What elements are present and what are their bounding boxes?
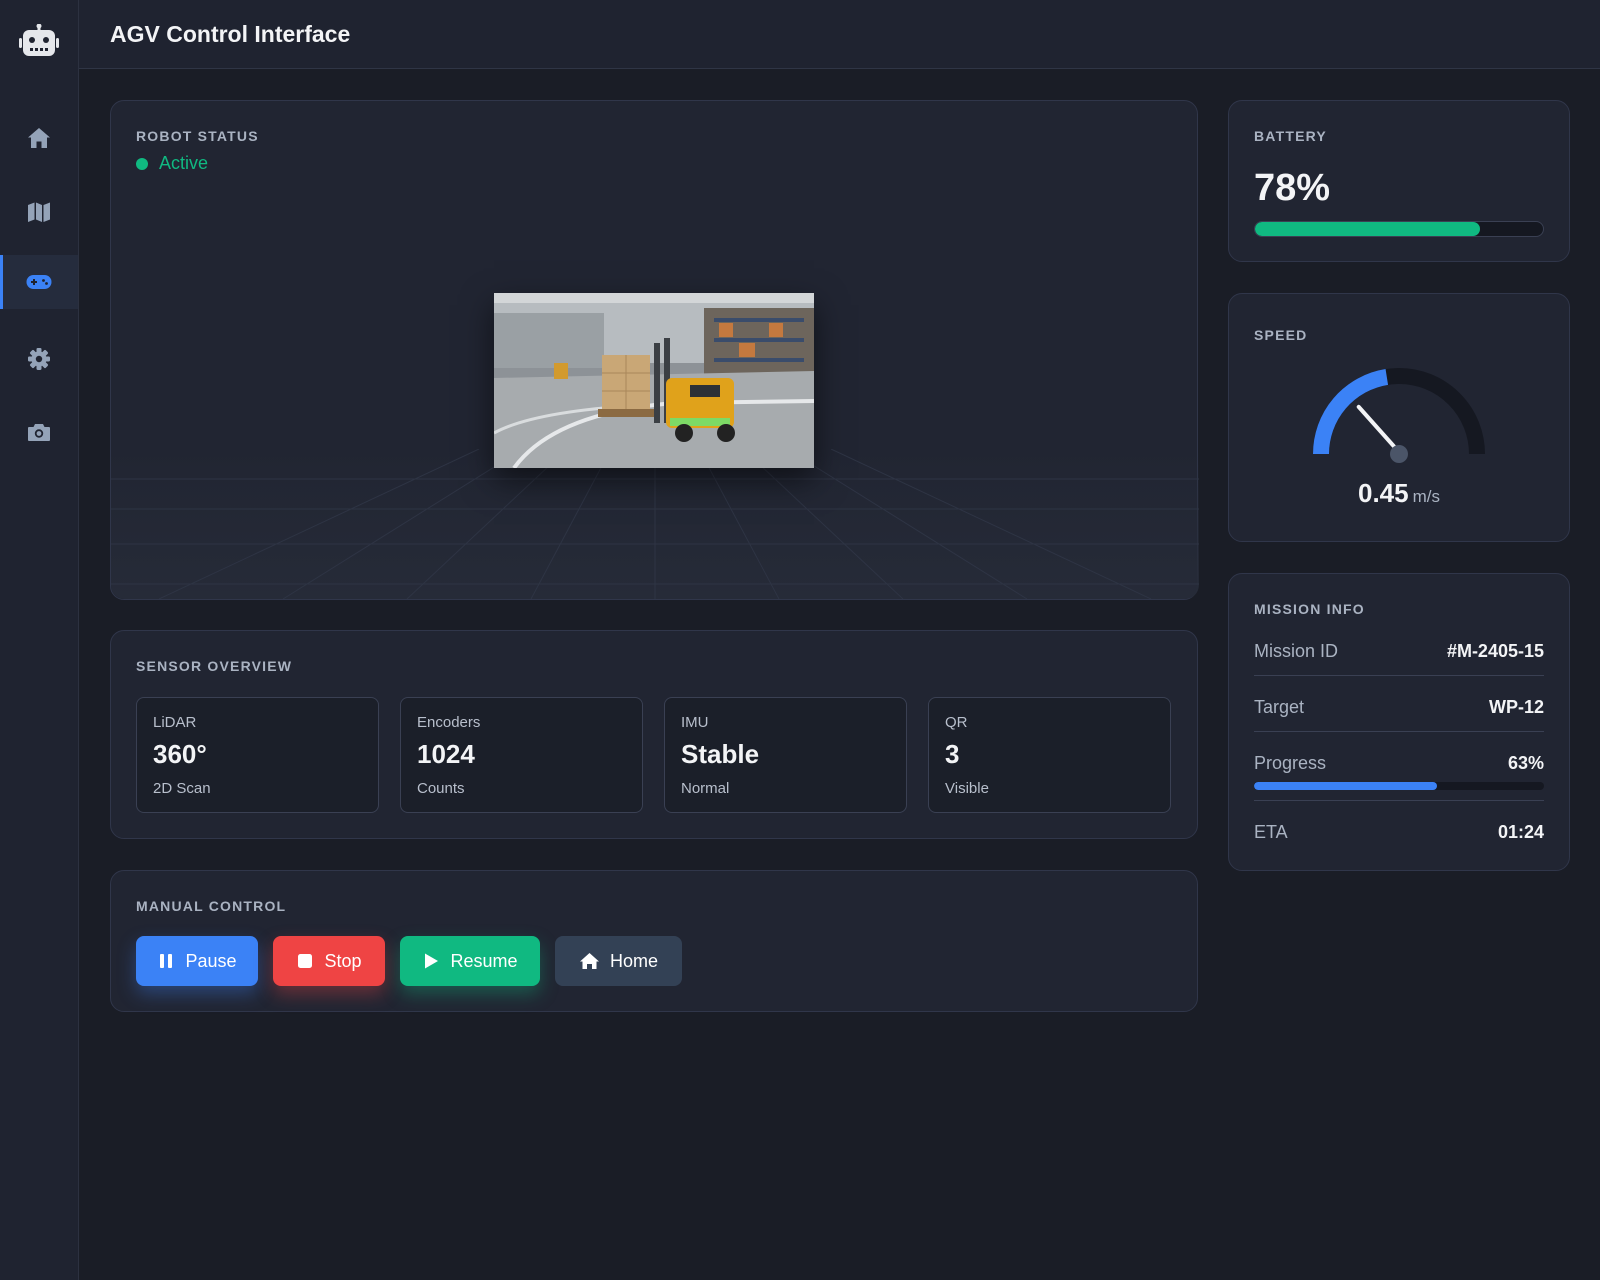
target-value: WP-12 — [1488, 697, 1544, 717]
speed-label: SPEED — [1254, 327, 1308, 343]
sensor-card-encoders: Encoders 1024 Counts — [400, 697, 643, 813]
sidebar-item-settings[interactable] — [0, 332, 78, 386]
sensor-card-imu: IMU Stable Normal — [664, 697, 907, 813]
divider — [1254, 800, 1544, 801]
resume-button-label: Resume — [450, 950, 518, 971]
map-icon — [28, 202, 50, 222]
speed-value: 0.45 — [1358, 478, 1409, 508]
battery-label: BATTERY — [1254, 128, 1327, 144]
sensor-overview-label: SENSOR OVERVIEW — [136, 658, 293, 674]
home-icon — [579, 953, 599, 969]
robot-status-card: ROBOT STATUS Active — [110, 100, 1199, 600]
sensor-name: IMU — [681, 714, 709, 731]
progress-bar-fill — [1254, 782, 1437, 790]
play-icon — [425, 953, 439, 969]
mission-info-label: MISSION INFO — [1254, 601, 1365, 617]
eta-label: ETA — [1254, 822, 1288, 842]
mission-info-card: MISSION INFO Mission ID #M-2405-15 Targe… — [1228, 573, 1570, 871]
camera-icon — [28, 424, 50, 441]
target-label: Target — [1254, 697, 1305, 717]
sidebar-item-camera[interactable] — [0, 405, 78, 459]
battery-bar — [1254, 221, 1544, 237]
divider — [1254, 731, 1544, 732]
status-text: Active — [159, 153, 209, 173]
battery-card: BATTERY 78% — [1228, 100, 1570, 262]
pause-button-label: Pause — [185, 950, 237, 971]
sensor-subtitle: Visible — [945, 780, 989, 797]
sidebar-item-control[interactable] — [0, 255, 78, 309]
progress-bar — [1254, 782, 1544, 790]
sensor-card-lidar: LiDAR 360° 2D Scan — [136, 697, 379, 813]
manual-control-card: MANUAL CONTROL Pause Stop Resume Home — [110, 870, 1198, 1012]
sidebar-item-map[interactable] — [0, 185, 78, 239]
battery-value: 78% — [1254, 167, 1331, 209]
sensor-overview-card: SENSOR OVERVIEW LiDAR 360° 2D Scan Encod… — [110, 630, 1198, 839]
stop-button[interactable]: Stop — [273, 936, 385, 986]
eta-value: 01:24 — [1497, 822, 1544, 842]
floor-grid — [111, 449, 1199, 599]
stop-icon — [298, 954, 313, 968]
home-icon — [28, 128, 50, 148]
top-header: AGV Control Interface — [79, 0, 1600, 69]
sensor-value: 3 — [945, 739, 960, 769]
resume-button[interactable]: Resume — [400, 936, 540, 986]
home-button[interactable]: Home — [555, 936, 682, 986]
pause-icon — [160, 954, 173, 968]
sensor-card-qr: QR 3 Visible — [928, 697, 1171, 813]
divider — [1254, 675, 1544, 676]
page-title: AGV Control Interface — [110, 21, 351, 47]
progress-value: 63% — [1507, 753, 1544, 773]
sensor-name: QR — [945, 714, 968, 731]
sensor-value: 1024 — [417, 739, 475, 769]
speed-unit: m/s — [1412, 487, 1440, 506]
sensor-value: Stable — [681, 739, 760, 769]
manual-control-label: MANUAL CONTROL — [136, 898, 287, 914]
speed-gauge — [1313, 368, 1485, 463]
mission-id-label: Mission ID — [1254, 641, 1339, 661]
sidebar — [0, 0, 79, 1280]
sensor-subtitle: Normal — [681, 780, 730, 797]
status-indicator: Active — [136, 153, 208, 174]
home-button-label: Home — [609, 950, 658, 971]
gear-icon — [28, 348, 50, 370]
speed-card: SPEED 0.45 m/s — [1228, 293, 1570, 542]
battery-bar-fill — [1255, 222, 1480, 236]
pause-button[interactable]: Pause — [136, 936, 258, 986]
progress-label: Progress — [1254, 753, 1327, 773]
sidebar-item-home[interactable] — [0, 111, 78, 165]
gamepad-icon — [26, 275, 52, 289]
sensor-name: Encoders — [417, 714, 481, 731]
stop-button-label: Stop — [324, 950, 362, 971]
robot-camera-image — [494, 293, 814, 468]
robot-status-label: ROBOT STATUS — [136, 128, 259, 144]
mission-id-value: #M-2405-15 — [1446, 641, 1544, 661]
sensor-subtitle: 2D Scan — [153, 780, 211, 797]
sensor-subtitle: Counts — [417, 780, 465, 797]
robot-icon[interactable] — [19, 24, 59, 58]
sensor-name: LiDAR — [153, 714, 197, 731]
speed-readout: 0.45 m/s — [1229, 478, 1569, 509]
status-dot — [136, 157, 148, 170]
sensor-value: 360° — [153, 739, 207, 769]
